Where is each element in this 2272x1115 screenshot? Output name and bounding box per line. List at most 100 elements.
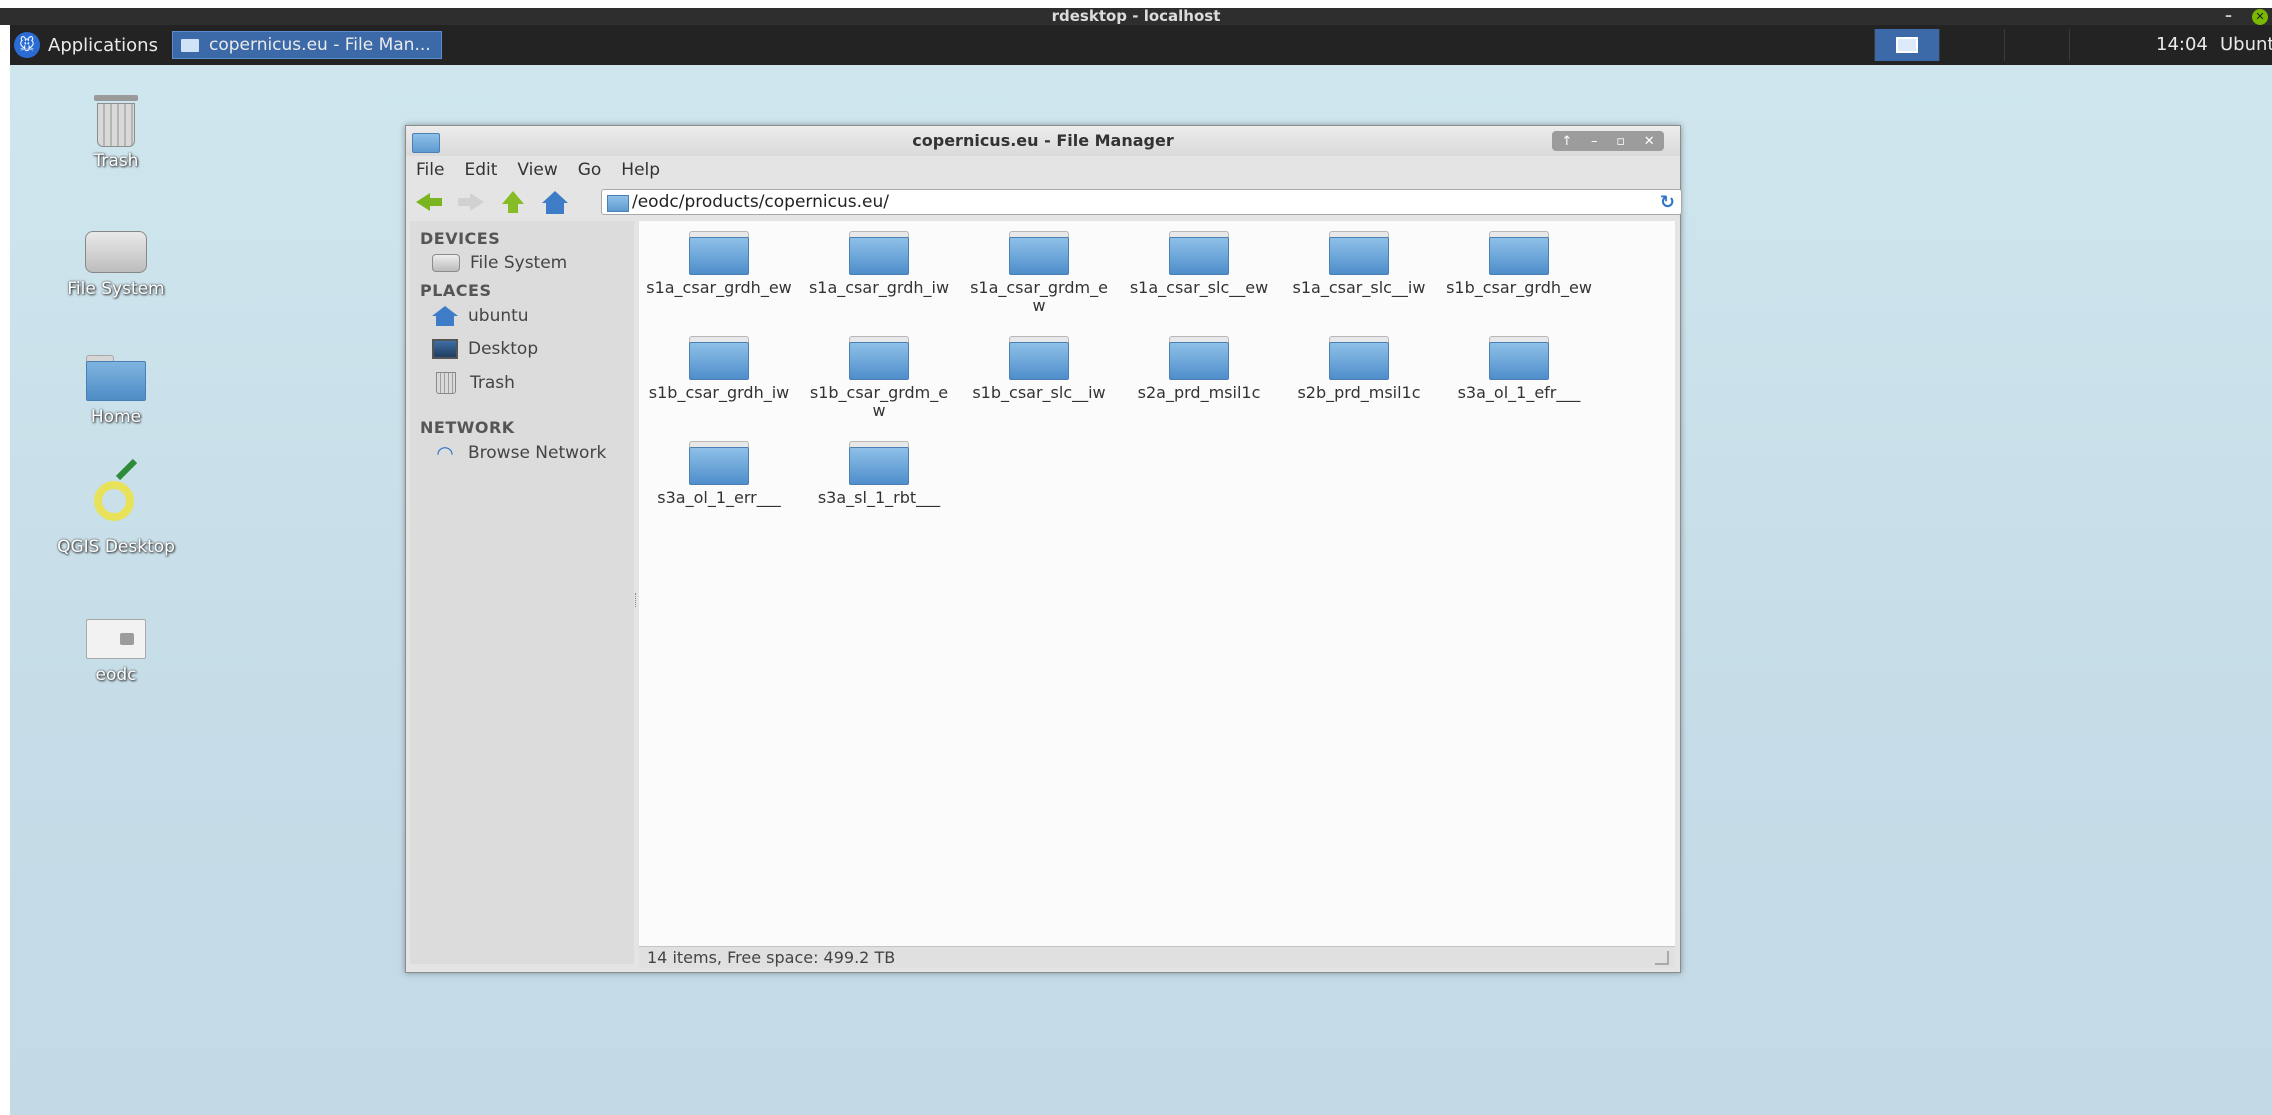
folder-item[interactable]: s2a_prd_msil1c <box>1121 336 1277 402</box>
hard-drive-icon <box>432 254 460 272</box>
menu-help[interactable]: Help <box>621 156 660 184</box>
folder-icon <box>1009 231 1069 275</box>
minimize-icon[interactable]: – <box>1591 134 1598 149</box>
sidebar-item-trash[interactable]: Trash <box>432 371 515 395</box>
window-title: copernicus.eu - File Manager <box>912 131 1174 150</box>
minimize-icon[interactable]: – <box>2225 8 2232 25</box>
menu-edit[interactable]: Edit <box>464 156 497 184</box>
window-titlebar[interactable]: copernicus.eu - File Manager ↑ – ▫ ✕ <box>406 126 1680 156</box>
sidebar-item-browse-network[interactable]: ◠ Browse Network <box>432 441 606 465</box>
folder-item[interactable]: s1a_csar_grdm_ew <box>961 231 1117 315</box>
folder-name: s1b_csar_grdh_iw <box>648 383 790 402</box>
folder-icon <box>607 195 629 212</box>
desktop-icon-qgis[interactable]: QGIS Desktop <box>46 458 186 557</box>
folder-item[interactable]: s1a_csar_slc__ew <box>1121 231 1277 297</box>
folder-item[interactable]: s1b_csar_grdm_ew <box>801 336 957 420</box>
menu-file[interactable]: File <box>416 156 444 184</box>
sidebar-places-header: PLACES <box>420 281 492 300</box>
sidebar-item-label: Trash <box>470 373 515 393</box>
folder-name: s3a_sl_1_rbt___ <box>817 488 941 507</box>
folder-name: s1a_csar_slc__ew <box>1129 278 1269 297</box>
forward-arrow-icon[interactable] <box>458 191 484 213</box>
back-arrow-icon[interactable] <box>416 191 442 213</box>
taskbar-button-file-manager[interactable]: copernicus.eu - File Man... <box>172 31 442 59</box>
folder-icon <box>1489 336 1549 380</box>
folder-icon <box>689 441 749 485</box>
menu-go[interactable]: Go <box>578 156 602 184</box>
location-bar[interactable]: /eodc/products/copernicus.eu/ ↻ <box>601 189 1682 215</box>
folder-icon <box>689 231 749 275</box>
desktop-icon-file-system[interactable]: File System <box>46 231 186 299</box>
folder-item[interactable]: s2b_prd_msil1c <box>1281 336 1437 402</box>
status-text: 14 items, Free space: 499.2 TB <box>647 948 896 967</box>
window-controls: ↑ – ▫ ✕ <box>1552 131 1664 151</box>
workspace-4[interactable] <box>2069 29 2134 61</box>
rdesktop-title: rdesktop - localhost <box>1051 7 1221 25</box>
folder-item[interactable]: s1a_csar_grdh_iw <box>801 231 957 297</box>
taskbar-button-label: copernicus.eu - File Man... <box>209 35 431 55</box>
shade-icon[interactable]: ↑ <box>1561 134 1572 149</box>
folder-item[interactable]: s3a_sl_1_rbt___ <box>801 441 957 507</box>
folder-name: s3a_ol_1_efr___ <box>1457 383 1581 402</box>
desktop-icon-trash[interactable]: Trash <box>46 95 186 171</box>
workspace-2[interactable] <box>1939 29 2004 61</box>
folder-name: s1b_csar_grdh_ew <box>1446 278 1592 297</box>
desktop-icon-label: File System <box>67 279 165 299</box>
sidebar-item-desktop[interactable]: Desktop <box>432 337 538 361</box>
desktop-icon-label: QGIS Desktop <box>57 537 175 557</box>
location-path[interactable]: /eodc/products/copernicus.eu/ <box>632 190 889 214</box>
folder-name: s3a_ol_1_err___ <box>657 488 781 507</box>
user-menu[interactable]: Ubunt <box>2220 25 2272 65</box>
network-folder-icon <box>86 613 146 659</box>
top-panel: 🐭 Applications copernicus.eu - File Man.… <box>10 25 2272 65</box>
folder-item[interactable]: s1a_csar_grdh_ew <box>641 231 797 297</box>
desktop-icon <box>432 339 458 359</box>
desktop-icon-home[interactable]: Home <box>46 355 186 427</box>
folder-icon <box>689 336 749 380</box>
sidebar-item-label: Browse Network <box>468 443 607 463</box>
folder-item[interactable]: s3a_ol_1_err___ <box>641 441 797 507</box>
sidebar-item-label: ubuntu <box>468 306 529 326</box>
folder-item[interactable]: s1a_csar_slc__iw <box>1281 231 1437 297</box>
rdesktop-titlebar: rdesktop - localhost – ✕ <box>0 0 2272 25</box>
folder-icon <box>1169 231 1229 275</box>
applications-menu-button[interactable]: 🐭 Applications <box>10 25 158 65</box>
hard-drive-icon <box>85 231 147 273</box>
menu-view[interactable]: View <box>517 156 557 184</box>
folder-icon <box>181 38 199 52</box>
sidebar-item-label: Desktop <box>468 339 539 359</box>
workspace-switcher <box>1874 29 2134 61</box>
trash-icon <box>436 372 456 394</box>
resize-grip-icon[interactable] <box>1655 951 1669 965</box>
home-icon[interactable] <box>542 191 568 214</box>
reload-icon[interactable]: ↻ <box>1660 192 1675 213</box>
workspace-3[interactable] <box>2004 29 2069 61</box>
folder-name: s1b_csar_grdm_ew <box>809 383 949 420</box>
file-manager-window: copernicus.eu - File Manager ↑ – ▫ ✕ Fil… <box>405 125 1682 973</box>
folder-item[interactable]: s1b_csar_grdh_iw <box>641 336 797 402</box>
close-icon[interactable]: ✕ <box>2252 9 2268 25</box>
maximize-icon[interactable]: ▫ <box>1616 134 1625 149</box>
sidebar-item-ubuntu[interactable]: ubuntu <box>432 304 529 328</box>
desktop-icon-eodc[interactable]: eodc <box>46 613 186 685</box>
clock[interactable]: 14:04 <box>2156 25 2208 65</box>
toolbar: /eodc/products/copernicus.eu/ ↻ <box>416 186 1682 218</box>
trash-icon <box>94 95 138 147</box>
folder-item[interactable]: s1b_csar_slc__iw <box>961 336 1117 402</box>
folder-icon <box>849 231 909 275</box>
folder-item[interactable]: s3a_ol_1_efr___ <box>1441 336 1597 402</box>
menubar: File Edit View Go Help <box>416 156 680 184</box>
sidebar-network-header: NETWORK <box>420 418 515 437</box>
applications-label: Applications <box>48 34 158 56</box>
wifi-icon: ◠ <box>436 441 454 465</box>
folder-name: s1a_csar_grdh_ew <box>646 278 792 297</box>
close-icon[interactable]: ✕ <box>1644 134 1655 149</box>
file-view: s1a_csar_grdh_ew s1a_csar_grdh_iw s1a_csar… <box>639 221 1675 964</box>
home-folder-icon <box>86 355 146 401</box>
sidebar-item-file-system[interactable]: File System <box>432 251 567 275</box>
folder-name: s2a_prd_msil1c <box>1137 383 1261 402</box>
xfce-mouse-icon: 🐭 <box>14 32 40 58</box>
up-arrow-icon[interactable] <box>500 191 526 213</box>
folder-item[interactable]: s1b_csar_grdh_ew <box>1441 231 1597 297</box>
workspace-1[interactable] <box>1874 29 1939 61</box>
